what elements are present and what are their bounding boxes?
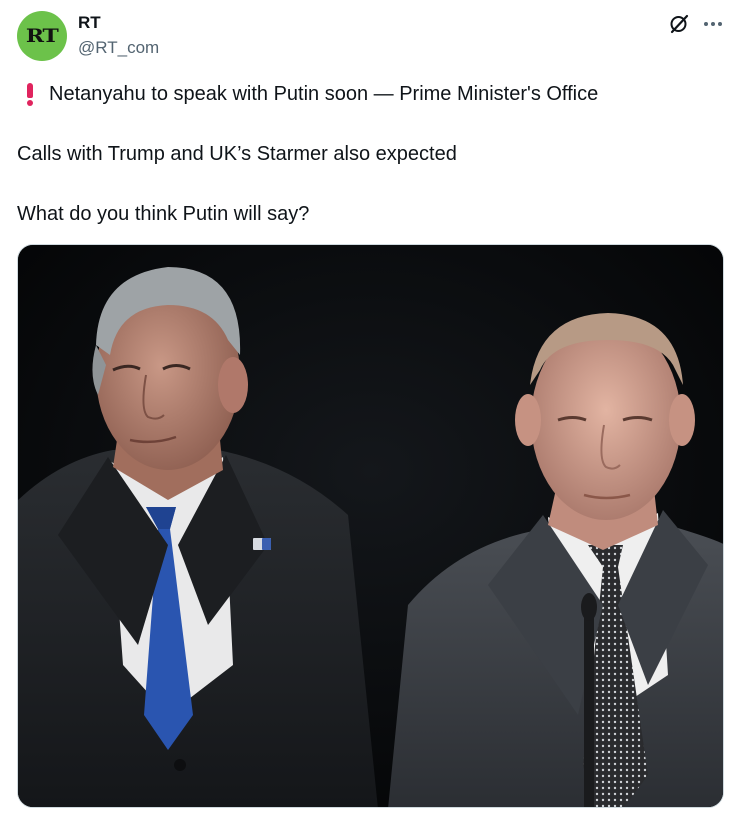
tweet[interactable]: RT RT @RT_com Netanyahu to speak with Pu… [0, 0, 745, 817]
avatar[interactable]: RT [17, 11, 67, 61]
tweet-text-line-3: What do you think Putin will say? [17, 203, 310, 225]
tweet-text-line-1: Netanyahu to speak with Putin soon — Pri… [17, 81, 598, 107]
tweet-text-line-2: Calls with Trump and UK’s Starmer also e… [17, 143, 457, 165]
photo-illustration [18, 245, 723, 807]
tweet-photo[interactable] [17, 244, 724, 808]
author-display-name[interactable]: RT [78, 13, 101, 33]
avatar-logo-text: RT [26, 25, 59, 47]
grok-icon-svg [670, 14, 689, 34]
more-icon-svg [704, 22, 722, 26]
red-exclamation-icon [23, 82, 37, 106]
grok-icon[interactable] [667, 12, 691, 36]
more-icon[interactable] [700, 12, 726, 36]
tweet-text-line-1-text: Netanyahu to speak with Putin soon — Pri… [49, 83, 599, 105]
author-handle[interactable]: @RT_com [78, 38, 159, 58]
